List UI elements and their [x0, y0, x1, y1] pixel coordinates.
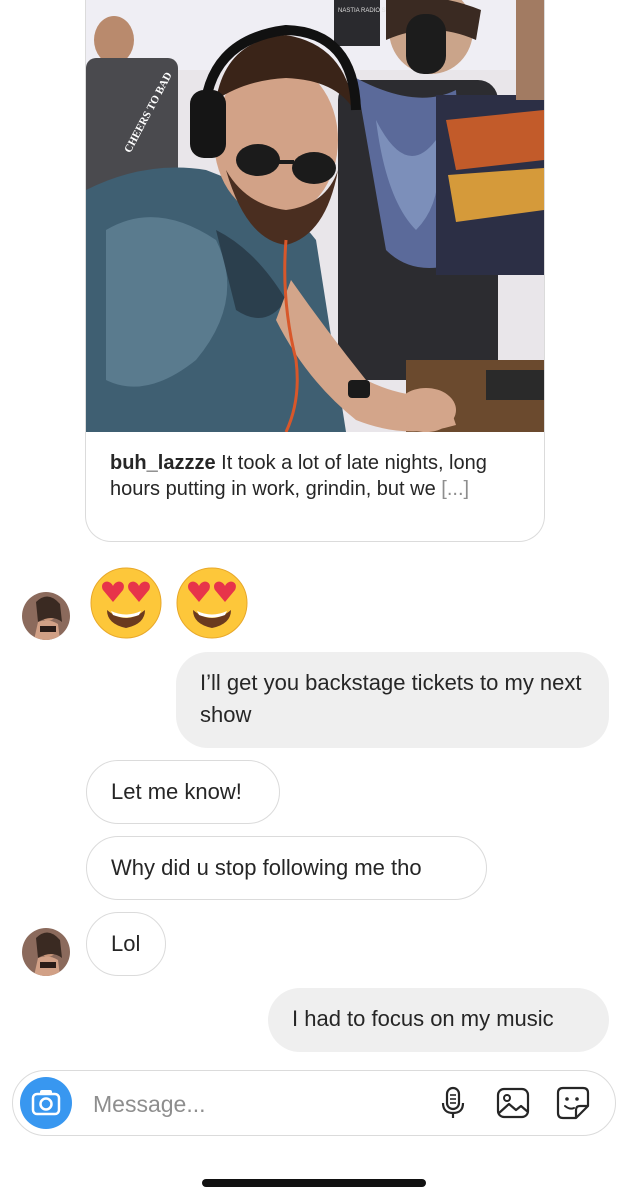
heart-eyes-emoji-icon: [176, 567, 248, 639]
avatar[interactable]: [22, 592, 70, 640]
message-text: I had to focus on my music: [292, 1006, 554, 1031]
shared-post-caption[interactable]: buh_lazzze It took a lot of late nights,…: [110, 450, 522, 502]
message-text: Why did u stop following me tho: [111, 855, 422, 880]
message-text: Lol: [111, 931, 141, 956]
microphone-icon[interactable]: [435, 1085, 471, 1121]
message-text: Let me know!: [111, 779, 242, 804]
post-username[interactable]: buh_lazzze: [110, 452, 216, 474]
post-more-link[interactable]: [...]: [441, 478, 469, 500]
message-composer: [12, 1070, 616, 1136]
shared-post-card[interactable]: NASTIA RADIO SF CHEERS TO BAD buh_lazzze…: [85, 0, 545, 542]
message-text: I’ll get you backstage tickets to my nex…: [200, 670, 582, 727]
message-bubble-received[interactable]: Lol: [86, 912, 166, 976]
message-bubble-received[interactable]: Let me know!: [86, 760, 280, 824]
camera-icon: [31, 1090, 61, 1116]
message-bubble-received[interactable]: Why did u stop following me tho: [86, 836, 487, 900]
message-bubble-sent[interactable]: I had to focus on my music: [268, 988, 609, 1052]
message-input[interactable]: [91, 1081, 415, 1127]
emoji-message[interactable]: 😍😍: [89, 566, 249, 640]
heart-eyes-emoji-icon: [90, 567, 162, 639]
message-bubble-sent[interactable]: I’ll get you backstage tickets to my nex…: [176, 652, 609, 748]
gallery-icon[interactable]: [495, 1085, 531, 1121]
photo-sign-text: NASTIA RADIO SF: [338, 8, 390, 14]
camera-button[interactable]: [20, 1077, 72, 1129]
sticker-icon[interactable]: [555, 1085, 591, 1121]
home-indicator: [202, 1179, 426, 1187]
shared-post-photo[interactable]: NASTIA RADIO SF CHEERS TO BAD: [86, 0, 544, 432]
avatar[interactable]: [22, 928, 70, 976]
